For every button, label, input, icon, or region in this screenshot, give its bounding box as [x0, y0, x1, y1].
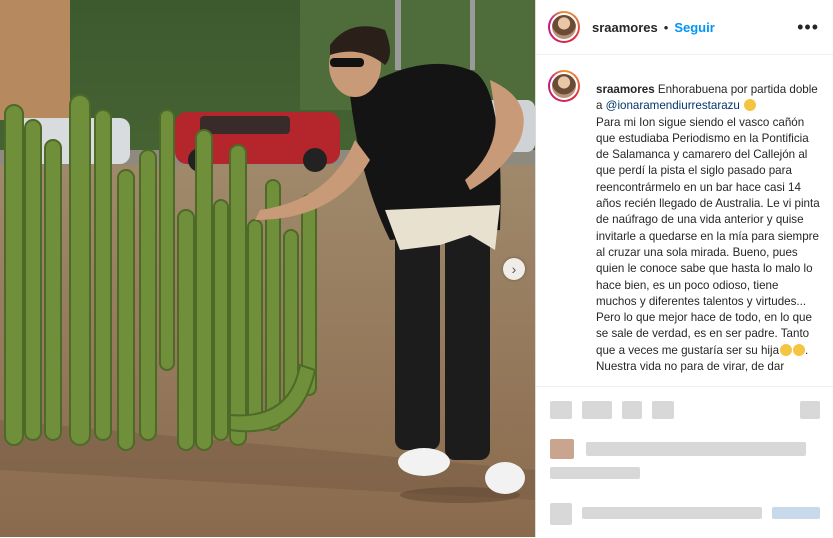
separator-dot: • — [663, 19, 669, 35]
blurred-comments — [536, 386, 833, 538]
post-photo[interactable]: › — [0, 0, 535, 537]
mention-link[interactable]: @ionaramendiurrestarazu — [606, 99, 740, 112]
photo-scene — [0, 0, 535, 537]
post-header: sraamores • Seguir ••• — [536, 0, 833, 55]
username-link[interactable]: sraamores — [592, 20, 658, 35]
emoji-icon — [744, 99, 757, 112]
caption-tail: Nuestra vida no para de virar, de dar — [596, 360, 785, 374]
chevron-right-icon: › — [511, 260, 517, 277]
carousel-next-button[interactable]: › — [503, 258, 525, 280]
caption-avatar[interactable] — [548, 70, 580, 102]
post-details-panel: sraamores • Seguir ••• sraamores Enhorab… — [535, 0, 833, 537]
emoji-icon — [793, 343, 806, 356]
caption-username[interactable]: sraamores — [596, 83, 655, 96]
emoji-icon — [780, 343, 793, 356]
caption-text: sraamores Enhorabuena por partida doble … — [596, 83, 820, 374]
caption-body: Para mi Ion sigue siendo el vasco cañón … — [596, 115, 820, 357]
more-options-icon[interactable]: ••• — [797, 17, 819, 38]
follow-button[interactable]: Seguir — [674, 20, 714, 35]
avatar[interactable] — [548, 11, 580, 43]
post-caption: sraamores Enhorabuena por partida doble … — [548, 70, 828, 386]
